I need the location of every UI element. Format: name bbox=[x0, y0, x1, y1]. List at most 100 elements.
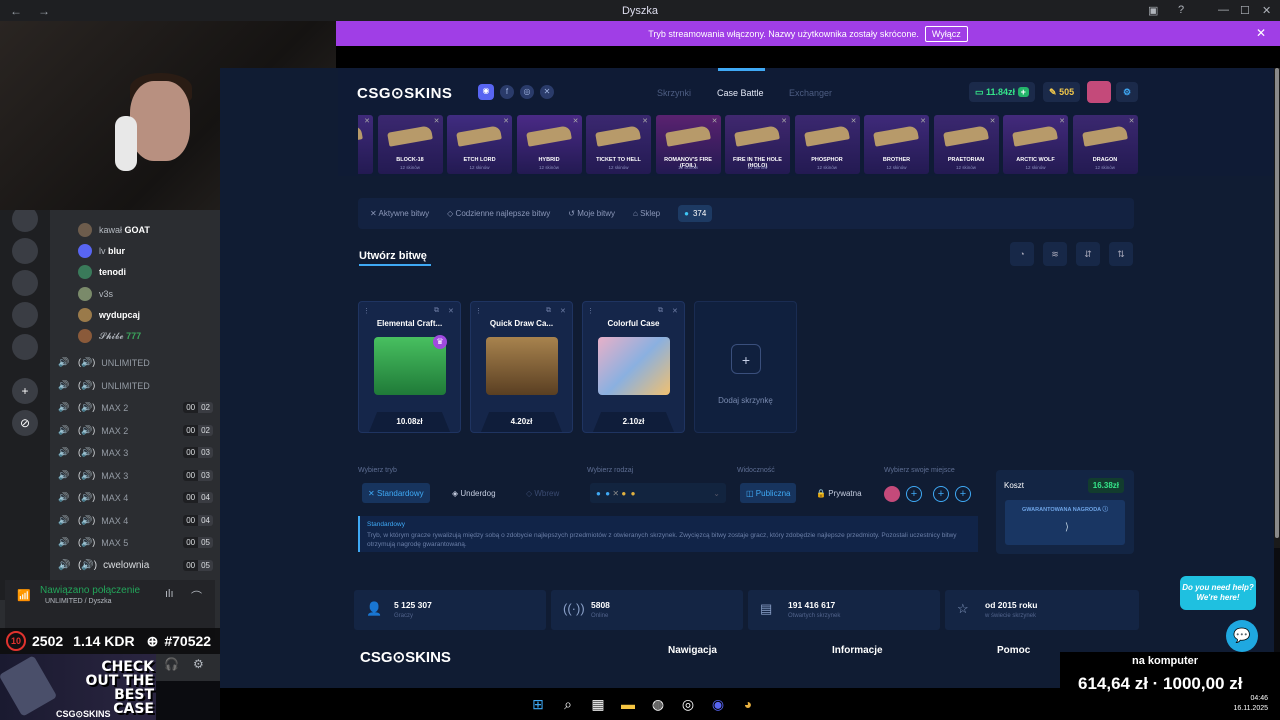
live-drop-item[interactable]: ✕ ROMANOV'S FIRE (FOIL) 12 skinów bbox=[655, 115, 721, 174]
minimize-button[interactable]: — bbox=[1218, 4, 1229, 16]
coin-tool-icon[interactable]: ◔ bbox=[1010, 242, 1034, 266]
server-icon[interactable] bbox=[12, 334, 38, 360]
voice-channel[interactable]: 🔊 (🔊) MAX 2 00 02 bbox=[58, 425, 213, 436]
mode-against[interactable]: ◇ Wbrew bbox=[520, 483, 565, 503]
inbox-icon[interactable]: ▣ bbox=[1148, 4, 1158, 17]
nav-case-battle[interactable]: Case Battle bbox=[717, 88, 764, 98]
copy-icon[interactable]: ⧉ bbox=[658, 307, 663, 315]
obs-icon[interactable]: ◎ bbox=[678, 694, 698, 714]
live-drop-item[interactable]: ✕ BROTHER 12 skinów bbox=[864, 115, 929, 174]
member-item[interactable]: kawał GOAT bbox=[78, 223, 150, 237]
mode-underdog[interactable]: ◈ Underdog bbox=[446, 483, 502, 503]
remove-icon[interactable]: ✕ bbox=[560, 307, 566, 315]
nav-cases[interactable]: Skrzynki bbox=[657, 88, 691, 98]
help-bubble[interactable]: Do you need help? We're here! bbox=[1180, 576, 1256, 610]
stack-tool-icon[interactable]: ≋ bbox=[1043, 242, 1067, 266]
live-drop-item[interactable]: ✕ TICKET TO HELL 12 skinów bbox=[586, 115, 651, 174]
drag-icon[interactable]: ⋮ bbox=[587, 307, 594, 315]
drag-icon[interactable]: ⋮ bbox=[363, 307, 370, 315]
instagram-icon[interactable]: ◎ bbox=[520, 85, 534, 99]
scrollbar[interactable] bbox=[1274, 68, 1280, 548]
case-card[interactable]: ⋮ ⧉ ✕ Elemental Craft... ♛ 10.08zł bbox=[358, 301, 461, 433]
balance-display[interactable]: ▭ 11.84zł + bbox=[969, 82, 1035, 102]
sort-asc-icon[interactable]: ⇅ bbox=[1109, 242, 1133, 266]
discord-taskbar-icon[interactable]: ◉ bbox=[708, 694, 728, 714]
voice-channel[interactable]: 🔊 (🔊) MAX 4 00 04 bbox=[58, 492, 213, 503]
tab-shop[interactable]: ⌂ Sklep bbox=[633, 209, 660, 218]
add-server-icon[interactable]: + bbox=[12, 378, 38, 404]
deposit-button[interactable]: + bbox=[1017, 87, 1029, 97]
tab-active-battles[interactable]: ✕ Aktywne bitwy bbox=[370, 209, 429, 218]
facebook-icon[interactable]: f bbox=[500, 85, 514, 99]
sort-desc-icon[interactable]: ⇵ bbox=[1076, 242, 1100, 266]
windows-start-icon[interactable]: ⊞ bbox=[528, 694, 548, 714]
site-logo[interactable]: CSG⊙SKINS bbox=[357, 84, 452, 102]
seat-avatar[interactable] bbox=[884, 486, 900, 502]
mode-standard[interactable]: ✕ Standardowy bbox=[362, 483, 430, 503]
live-drop-item[interactable]: ✕ DRAGON 12 skinów bbox=[1072, 115, 1138, 174]
server-icon[interactable] bbox=[12, 302, 38, 328]
create-battle-button[interactable]: GWARANTOWANA NAGRODA ⓘ ⟩ bbox=[1005, 500, 1125, 545]
live-drop-item[interactable]: ✕ PHOSPHOR 12 skinów bbox=[794, 115, 860, 174]
explore-icon[interactable]: ⊘ bbox=[12, 410, 38, 436]
connection-channel[interactable]: UNLIMITED / Dyszka bbox=[45, 598, 112, 605]
remove-icon[interactable]: ✕ bbox=[672, 307, 678, 315]
live-drop-item[interactable]: ✕ ETCH LORD 12 skinów bbox=[447, 115, 512, 174]
chrome-icon[interactable]: ◕ bbox=[738, 694, 758, 714]
copy-icon[interactable]: ⧉ bbox=[546, 307, 551, 315]
search-icon[interactable]: ⌕ bbox=[558, 694, 578, 714]
system-clock[interactable]: 04:46 16.11.2025 bbox=[1200, 694, 1268, 714]
voice-channel[interactable]: 🔊 (🔊) MAX 5 00 05 bbox=[58, 537, 213, 548]
players-selector[interactable]: ● ● ✕ ● ● ⌄ bbox=[590, 483, 726, 503]
seat-add-button[interactable]: + bbox=[906, 486, 922, 502]
tab-daily-best[interactable]: ◇ Codzienne najlepsze bitwy bbox=[447, 209, 550, 218]
disconnect-icon[interactable]: ⌒ bbox=[191, 588, 202, 604]
settings-gear-icon[interactable]: ⚙ bbox=[1116, 82, 1138, 102]
live-drop-item[interactable]: ✕ FIRE IN THE HOLE (HOLO) 12 skinów bbox=[725, 115, 790, 174]
voice-channel[interactable]: 🔊 (🔊) MAX 4 00 04 bbox=[58, 515, 213, 526]
member-item[interactable]: 𝓢𝓱𝓲𝓫𝓮 777 bbox=[78, 329, 141, 343]
live-drop-item[interactable]: ✕ HYBRID 12 skinów bbox=[516, 115, 582, 174]
case-card[interactable]: ⋮ ⧉ ✕ Colorful Case 2.10zł bbox=[582, 301, 685, 433]
copy-icon[interactable]: ⧉ bbox=[434, 307, 439, 315]
headphones-icon[interactable]: 🎧 bbox=[164, 657, 179, 671]
voice-channel[interactable]: 🔊 (🔊) MAX 2 00 02 bbox=[58, 402, 213, 413]
server-icon[interactable] bbox=[12, 270, 38, 296]
member-item[interactable]: lv blur bbox=[78, 244, 125, 258]
maximize-button[interactable]: ☐ bbox=[1240, 4, 1250, 17]
live-drop-item[interactable]: ✕ ARCTIC WOLF 12 skinów bbox=[1003, 115, 1068, 174]
seat-add-button[interactable]: + bbox=[933, 486, 949, 502]
drag-icon[interactable]: ⋮ bbox=[475, 307, 482, 315]
remove-icon[interactable]: ✕ bbox=[448, 307, 454, 315]
settings-icon[interactable]: ⚙ bbox=[193, 657, 204, 671]
member-item[interactable]: tenodi bbox=[78, 265, 126, 279]
voice-channel[interactable]: 🔊 (🔊) cwelownia 00 05 bbox=[58, 560, 213, 571]
server-icon[interactable] bbox=[12, 238, 38, 264]
voice-channel[interactable]: 🔊 (🔊) MAX 3 00 03 bbox=[58, 447, 213, 458]
voice-channel[interactable]: 🔊 (🔊) MAX 3 00 03 bbox=[58, 470, 213, 481]
member-item[interactable]: v3s bbox=[78, 287, 113, 301]
store-icon[interactable]: ▦ bbox=[588, 694, 608, 714]
voice-channel[interactable]: 🔊 (🔊) UNLIMITED bbox=[58, 357, 213, 368]
voice-channel[interactable]: 🔊 (🔊) UNLIMITED bbox=[58, 380, 213, 391]
live-drop-item[interactable]: ✕ M4-18 12 skinów bbox=[358, 115, 373, 174]
help-icon[interactable]: ? bbox=[1178, 4, 1184, 16]
nav-exchanger[interactable]: Exchanger bbox=[789, 88, 832, 98]
footer-logo[interactable]: CSG⊙SKINS bbox=[360, 648, 451, 666]
tab-my-battles[interactable]: ↺ Moje bitwy bbox=[568, 209, 615, 218]
close-button[interactable]: ✕ bbox=[1262, 4, 1271, 17]
discord-icon[interactable]: ◉ bbox=[478, 84, 494, 100]
seat-add-button[interactable]: + bbox=[955, 486, 971, 502]
x-icon[interactable]: ✕ bbox=[540, 85, 554, 99]
live-drop-item[interactable]: ✕ PRAETORIAN 12 skinów bbox=[933, 115, 999, 174]
folder-icon[interactable]: ▬ bbox=[618, 694, 638, 714]
coins-display[interactable]: ✎ 505 bbox=[1043, 82, 1081, 102]
live-drop-item[interactable]: ✕ BLOCK-18 12 skinów bbox=[377, 115, 443, 174]
case-card[interactable]: ⋮ ⧉ ✕ Quick Draw Ca... 4.20zł bbox=[470, 301, 573, 433]
member-item[interactable]: wydupcaj bbox=[78, 308, 140, 322]
chat-icon[interactable]: 💬 bbox=[1226, 620, 1258, 652]
gem-count-badge[interactable]: ● 374 bbox=[678, 205, 713, 222]
noise-suppression-icon[interactable]: ılı bbox=[165, 588, 174, 600]
visibility-private[interactable]: 🔒 Prywatna bbox=[810, 483, 868, 503]
add-case-card[interactable]: + Dodaj skrzynkę bbox=[694, 301, 797, 433]
